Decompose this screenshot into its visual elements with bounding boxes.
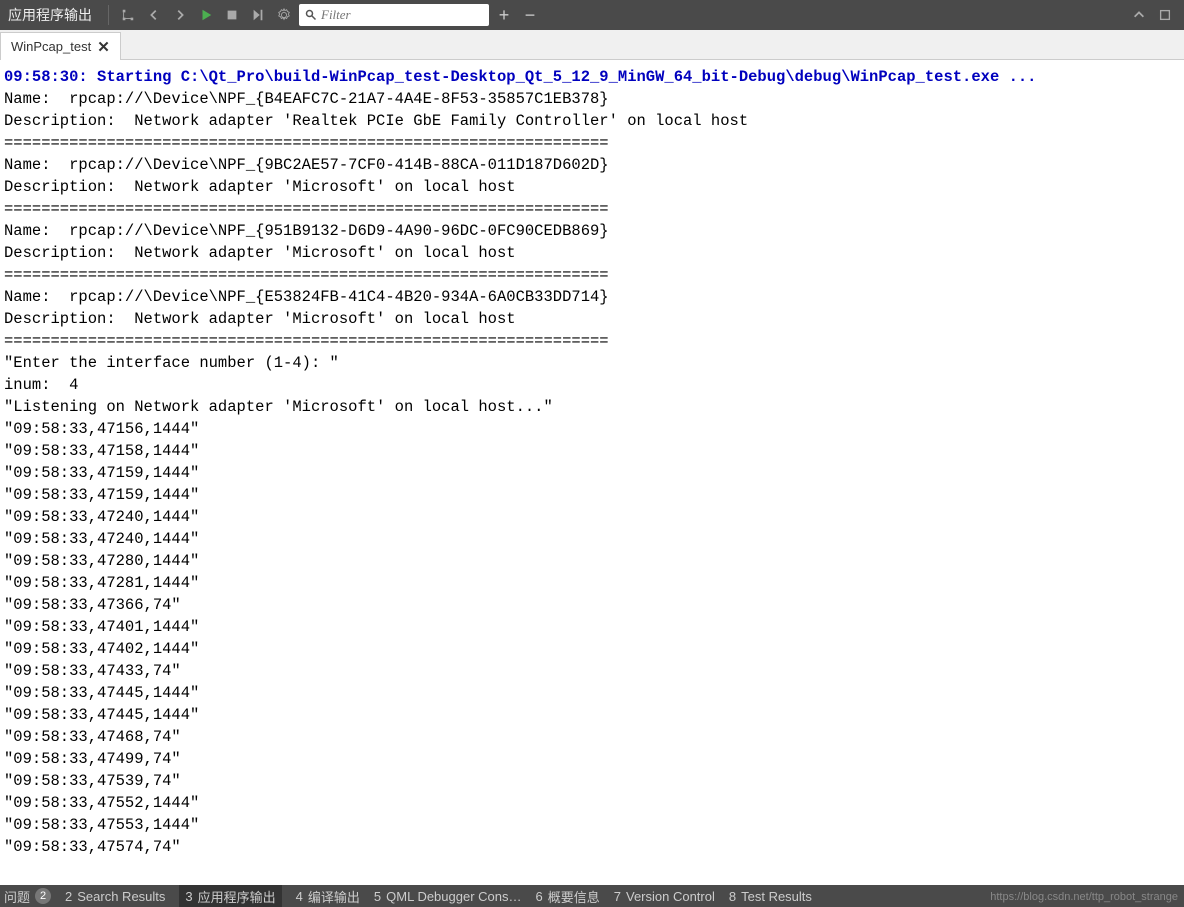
console-line: Name: rpcap://\Device\NPF_{951B9132-D6D9…: [4, 220, 1180, 242]
bottom-item-num: 2: [65, 889, 72, 904]
console-line: "09:58:33,47240,1444": [4, 506, 1180, 528]
console-line: Description: Network adapter 'Microsoft'…: [4, 308, 1180, 330]
console-line: "09:58:33,47445,1444": [4, 704, 1180, 726]
close-icon[interactable]: ✕: [97, 38, 110, 56]
console-line: Name: rpcap://\Device\NPF_{E53824FB-41C4…: [4, 286, 1180, 308]
filter-box[interactable]: [299, 4, 489, 26]
console-line: Description: Network adapter 'Microsoft'…: [4, 176, 1180, 198]
bottom-item-label: 应用程序输出: [198, 887, 276, 906]
console-line: "09:58:33,47156,1444": [4, 418, 1180, 440]
console-line: "09:58:33,47158,1444": [4, 440, 1180, 462]
output-tabs: WinPcap_test ✕: [0, 30, 1184, 60]
prev-icon[interactable]: [143, 4, 165, 26]
bottom-item-8[interactable]: 8 Test Results: [729, 889, 812, 904]
bottom-item-label: 概要信息: [548, 887, 600, 906]
bottom-item-5[interactable]: 5 QML Debugger Cons…: [374, 889, 522, 904]
console-line: "Enter the interface number (1-4): ": [4, 352, 1180, 374]
next-icon[interactable]: [169, 4, 191, 26]
tab-winpcap-test[interactable]: WinPcap_test ✕: [0, 32, 121, 60]
console-line: Name: rpcap://\Device\NPF_{9BC2AE57-7CF0…: [4, 154, 1180, 176]
console-line: "09:58:33,47553,1444": [4, 814, 1180, 836]
console-line: "09:58:33,47468,74": [4, 726, 1180, 748]
console-line: "09:58:33,47280,1444": [4, 550, 1180, 572]
console-line: ========================================…: [4, 132, 1180, 154]
bottom-item-2[interactable]: 2 Search Results: [65, 889, 165, 904]
bottom-item-num: 8: [729, 889, 736, 904]
console-line: "09:58:33,47574,74": [4, 836, 1180, 858]
search-icon: [305, 9, 317, 21]
output-toolbar: 应用程序输出 + −: [0, 0, 1184, 30]
bottom-item-label: 编译输出: [308, 887, 360, 906]
watermark: https://blog.csdn.net/ttp_robot_strange: [990, 891, 1178, 903]
console-line: "09:58:33,47552,1444": [4, 792, 1180, 814]
collapse-icon[interactable]: [1128, 4, 1150, 26]
console-output: 09:58:30: Starting C:\Qt_Pro\build-WinPc…: [0, 60, 1184, 885]
tab-label: WinPcap_test: [11, 39, 91, 54]
bottom-item-label: Version Control: [626, 889, 715, 904]
gear-icon[interactable]: [273, 4, 295, 26]
console-line: inum: 4: [4, 374, 1180, 396]
maximize-icon[interactable]: [1154, 4, 1176, 26]
console-line: "09:58:33,47499,74": [4, 748, 1180, 770]
console-line: "09:58:33,47366,74": [4, 594, 1180, 616]
console-start-line: 09:58:30: Starting C:\Qt_Pro\build-WinPc…: [4, 66, 1180, 88]
console-line: "09:58:33,47159,1444": [4, 462, 1180, 484]
console-line: "09:58:33,47401,1444": [4, 616, 1180, 638]
bottom-item-num: 7: [614, 889, 621, 904]
console-line: ========================================…: [4, 198, 1180, 220]
bottom-issues[interactable]: 问题 2: [4, 887, 51, 906]
bottom-item-4[interactable]: 4 编译输出: [296, 887, 360, 906]
console-line: Description: Network adapter 'Realtek PC…: [4, 110, 1180, 132]
bottom-item-num: 4: [296, 889, 303, 904]
console-line: "09:58:33,47281,1444": [4, 572, 1180, 594]
console-line: "09:58:33,47445,1444": [4, 682, 1180, 704]
issues-count-badge: 2: [35, 888, 51, 904]
console-line: "09:58:33,47539,74": [4, 770, 1180, 792]
filter-input[interactable]: [321, 7, 483, 23]
zoom-out-icon[interactable]: −: [519, 4, 541, 26]
run-icon[interactable]: [195, 4, 217, 26]
console-line: "09:58:33,47433,74": [4, 660, 1180, 682]
console-line: ========================================…: [4, 330, 1180, 352]
run-to-icon[interactable]: [247, 4, 269, 26]
console-line: Name: rpcap://\Device\NPF_{B4EAFC7C-21A7…: [4, 88, 1180, 110]
bottom-item-label: Test Results: [741, 889, 812, 904]
zoom-in-icon[interactable]: +: [493, 4, 515, 26]
bottom-item-7[interactable]: 7 Version Control: [614, 889, 715, 904]
console-line: "Listening on Network adapter 'Microsoft…: [4, 396, 1180, 418]
tree-icon[interactable]: [117, 4, 139, 26]
bottom-issues-label: 问题: [4, 887, 30, 906]
bottom-item-num: 3: [185, 889, 192, 904]
console-line: "09:58:33,47240,1444": [4, 528, 1180, 550]
bottom-item-3[interactable]: 3 应用程序输出: [179, 885, 281, 907]
console-line: Description: Network adapter 'Microsoft'…: [4, 242, 1180, 264]
console-line: "09:58:33,47402,1444": [4, 638, 1180, 660]
console-line: ========================================…: [4, 264, 1180, 286]
separator: [108, 5, 109, 25]
bottom-item-6[interactable]: 6 概要信息: [536, 887, 600, 906]
panel-title: 应用程序输出: [8, 5, 100, 25]
stop-icon[interactable]: [221, 4, 243, 26]
console-line: "09:58:33,47159,1444": [4, 484, 1180, 506]
bottom-item-label: Search Results: [77, 889, 165, 904]
bottom-item-num: 5: [374, 889, 381, 904]
bottom-item-num: 6: [536, 889, 543, 904]
bottom-item-label: QML Debugger Cons…: [386, 889, 521, 904]
